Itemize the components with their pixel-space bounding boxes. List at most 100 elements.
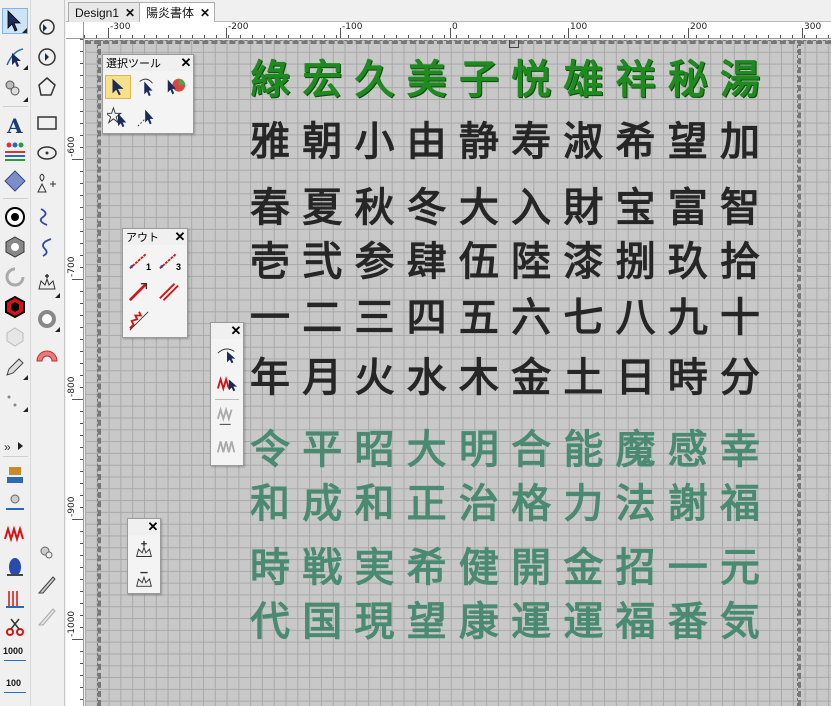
embroidery-glyph[interactable]: 弐	[297, 236, 347, 288]
embroidery-glyph[interactable]: 福	[611, 596, 661, 648]
embroidery-glyph[interactable]: 九	[663, 292, 713, 344]
close-icon[interactable]: ✕	[125, 6, 135, 20]
embroidery-glyph[interactable]: 希	[611, 116, 661, 168]
embroidery-glyph[interactable]: 開	[506, 542, 556, 594]
embroidery-glyph[interactable]: 一	[663, 542, 713, 594]
embroidery-glyph[interactable]: 淑	[558, 116, 608, 168]
embroidery-glyph[interactable]: 実	[349, 542, 399, 594]
crown-add-tool[interactable]	[34, 272, 60, 298]
embroidery-glyph[interactable]: 壱	[245, 236, 295, 288]
tab-kagero-font[interactable]: 陽炎書体 ✕	[139, 2, 216, 22]
point-tool[interactable]	[2, 386, 28, 412]
embroidery-glyph[interactable]: 明	[454, 424, 504, 476]
close-icon[interactable]: ✕	[146, 519, 160, 535]
close-icon[interactable]: ✕	[173, 229, 187, 245]
embroidery-glyph[interactable]: 康	[454, 596, 504, 648]
cording-tool[interactable]	[2, 490, 28, 516]
embroidery-glyph[interactable]: 陸	[506, 236, 556, 288]
embroidery-glyph[interactable]: 静	[454, 116, 504, 168]
monogram-tool[interactable]	[2, 138, 28, 164]
panel-titlebar[interactable]: 選択ツール ✕	[103, 55, 193, 71]
embroidery-glyph[interactable]: 望	[663, 116, 713, 168]
embroidery-glyph[interactable]: 幸	[715, 424, 765, 476]
embroidery-glyph[interactable]: 金	[558, 542, 608, 594]
embroidery-glyph[interactable]: 玖	[663, 236, 713, 288]
node-edit-tool[interactable]	[2, 44, 28, 70]
embroidery-glyph[interactable]: 入	[506, 182, 556, 234]
crown-add-button[interactable]	[131, 539, 157, 563]
embroidery-glyph[interactable]: 月	[297, 352, 347, 404]
satin-stitch-button[interactable]	[214, 371, 240, 395]
horizontal-ruler[interactable]: -300 -200 -100 0 100 200 300	[84, 22, 831, 39]
star-select-button[interactable]	[105, 105, 131, 129]
embroidery-glyph[interactable]: 二	[297, 292, 347, 344]
embroidery-glyph[interactable]: 福	[715, 478, 765, 530]
embroidery-glyph[interactable]: 日	[611, 352, 661, 404]
embroidery-glyph[interactable]: 年	[245, 352, 295, 404]
embroidery-glyph[interactable]: 肆	[402, 236, 452, 288]
fill-stitch-button[interactable]	[214, 405, 240, 429]
embroidery-glyph[interactable]: 宏	[297, 54, 347, 106]
embroidery-glyph[interactable]: 加	[715, 116, 765, 168]
shapes-tool[interactable]	[34, 170, 60, 196]
embroidery-glyph[interactable]: 和	[349, 478, 399, 530]
embroidery-glyph[interactable]: 時	[245, 542, 295, 594]
needle-stitch-tool[interactable]	[34, 540, 60, 566]
embroidery-glyph[interactable]: 平	[297, 424, 347, 476]
embroidery-glyph[interactable]: 智	[715, 182, 765, 234]
embroidery-glyph[interactable]: 国	[297, 596, 347, 648]
hexagon-tool[interactable]	[2, 234, 28, 260]
cut-tool[interactable]	[2, 614, 28, 640]
embroidery-glyph[interactable]: 和	[245, 478, 295, 530]
embroidery-glyph[interactable]: 由	[402, 116, 452, 168]
embroidery-glyph[interactable]: 昭	[349, 424, 399, 476]
embroidery-glyph[interactable]: 久	[349, 54, 399, 106]
vertical-ruler[interactable]: -600 -700 -800 -900 -1000	[66, 39, 84, 706]
embroidery-glyph[interactable]: 謝	[663, 478, 713, 530]
embroidery-glyph[interactable]: 魔	[611, 424, 661, 476]
embroidery-glyph[interactable]: 望	[402, 596, 452, 648]
panel-titlebar[interactable]: アウト ✕	[123, 229, 187, 245]
embroidery-glyph[interactable]: 能	[558, 424, 608, 476]
embroidery-glyph[interactable]: 伍	[454, 236, 504, 288]
embroidery-glyph[interactable]: 五	[454, 292, 504, 344]
embroidery-glyph[interactable]: 分	[715, 352, 765, 404]
embroidery-glyph[interactable]: 雄	[558, 54, 608, 106]
close-icon[interactable]: ✕	[229, 323, 243, 339]
embroidery-glyph[interactable]: 成	[297, 478, 347, 530]
embroidery-glyph[interactable]: 夏	[297, 182, 347, 234]
embroidery-glyph[interactable]: 三	[349, 292, 399, 344]
embroidery-glyph[interactable]: 悦	[506, 54, 556, 106]
embroidery-glyph[interactable]: 運	[558, 596, 608, 648]
close-icon[interactable]: ✕	[179, 55, 193, 71]
embroidery-glyph[interactable]: 四	[402, 292, 452, 344]
embroidery-glyph[interactable]: 六	[506, 292, 556, 344]
panel-titlebar[interactable]: ✕	[128, 519, 160, 535]
embroidery-glyph[interactable]: 小	[349, 116, 399, 168]
embroidery-glyph[interactable]: 綠	[245, 54, 295, 106]
outline-single-button[interactable]: 1	[126, 249, 152, 273]
embroidery-glyph[interactable]: 法	[611, 478, 661, 530]
circle-node-tool[interactable]	[34, 44, 60, 70]
ellipse-tool[interactable]	[34, 140, 60, 166]
fan-tool[interactable]	[34, 342, 60, 368]
embroidery-glyph[interactable]: 水	[402, 352, 452, 404]
embroidery-glyph[interactable]: 大	[454, 182, 504, 234]
embroidery-glyph[interactable]: 力	[558, 478, 608, 530]
knife-disabled-tool[interactable]	[34, 604, 60, 630]
pen-tool[interactable]	[2, 354, 28, 380]
embroidery-glyph[interactable]: 春	[245, 182, 295, 234]
rectangle-tool[interactable]	[34, 110, 60, 136]
embroidery-glyph[interactable]: 招	[611, 542, 661, 594]
wave-tool[interactable]	[34, 204, 60, 230]
select-arrow-tool[interactable]	[2, 8, 28, 34]
tatami-stitch-button[interactable]	[214, 433, 240, 457]
embroidery-glyph[interactable]: 寿	[506, 116, 556, 168]
lasso-select-button[interactable]	[134, 75, 160, 99]
rotate-node-tool[interactable]	[34, 14, 60, 40]
embroidery-glyph[interactable]: 美	[402, 54, 452, 106]
embroidery-glyph[interactable]: 冬	[402, 182, 452, 234]
embroidery-glyph[interactable]: 格	[506, 478, 556, 530]
embroidery-glyph[interactable]: 火	[349, 352, 399, 404]
embroidery-glyph[interactable]: 正	[402, 478, 452, 530]
